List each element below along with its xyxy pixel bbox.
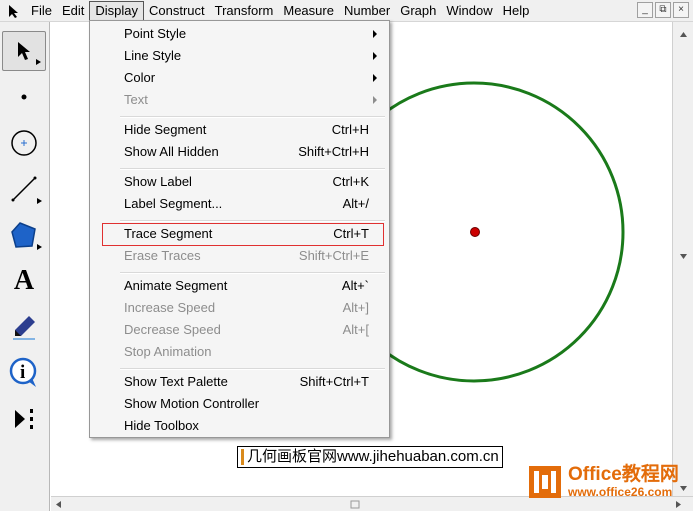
menu-item-show-motion-controller[interactable]: Show Motion Controller	[92, 393, 387, 415]
menu-item-hide-segment[interactable]: Hide Segment Ctrl+H	[92, 119, 387, 141]
information-tool[interactable]: i	[2, 353, 46, 393]
close-button[interactable]: ×	[673, 2, 689, 18]
menu-item-stop-animation: Stop Animation	[124, 344, 212, 359]
watermark-bar	[241, 449, 244, 466]
site-watermark: 几何画板官网www.jihehuaban.com.cn	[237, 446, 503, 468]
menu-item-decrease-speed: Decrease Speed Alt+[	[124, 322, 369, 337]
menu-measure[interactable]: Measure	[278, 1, 339, 21]
menu-item-text: Text	[92, 89, 387, 111]
menu-item-increase-speed: Increase Speed Alt+]	[124, 300, 369, 315]
custom-tools-icon	[15, 409, 33, 429]
menu-item-show-label[interactable]: Show Label Ctrl+K	[92, 171, 387, 193]
information-glyph: i	[20, 362, 26, 383]
polygon-icon	[11, 222, 36, 248]
menu-file[interactable]: File	[26, 1, 57, 21]
tool-menu-indicator	[36, 59, 41, 65]
vertical-scrollbar[interactable]	[672, 22, 693, 496]
minimize-button[interactable]: _	[637, 2, 653, 18]
watermark-text: 几何画板官网www.jihehuaban.com.cn	[247, 448, 499, 465]
arrow-icon	[18, 42, 30, 60]
marker-tool[interactable]	[2, 307, 46, 347]
menu-separator	[120, 272, 385, 274]
menu-item-color[interactable]: Color	[92, 67, 387, 89]
menu-bar: File Edit Display Construct Transform Me…	[0, 0, 693, 22]
menu-item-show-text-palette[interactable]: Show Text Palette Shift+Ctrl+T	[92, 371, 387, 393]
menu-item-label-segment[interactable]: Label Segment... Alt+/	[92, 193, 387, 215]
menu-separator	[120, 116, 385, 118]
office-logo-url: www.office26.com	[568, 485, 673, 499]
menu-graph[interactable]: Graph	[395, 1, 441, 21]
compass-circle-icon	[11, 130, 37, 156]
menu-edit[interactable]: Edit	[57, 1, 89, 21]
straightedge-tool[interactable]	[2, 169, 46, 209]
custom-tool[interactable]	[2, 399, 46, 439]
point-tool[interactable]	[2, 77, 46, 117]
submenu-arrow-icon	[373, 52, 377, 60]
office-logo-icon	[528, 465, 562, 499]
center-point[interactable]	[470, 227, 480, 237]
polygon-tool[interactable]	[2, 215, 46, 255]
menu-item-erase-traces: Erase Traces Shift+Ctrl+E	[124, 248, 369, 263]
office-logo: Office教程网 www.office26.com	[528, 462, 690, 502]
tool-menu-indicator	[37, 244, 42, 250]
submenu-arrow-icon	[373, 96, 377, 104]
menu-item-animate-segment[interactable]: Animate Segment Alt+`	[92, 275, 387, 297]
menu-item-point-style[interactable]: Point Style	[92, 23, 387, 45]
submenu-arrow-icon	[373, 30, 377, 38]
menu-separator	[120, 368, 385, 370]
point-icon	[21, 94, 27, 100]
menu-item-hide-toolbox[interactable]: Hide Toolbox	[92, 415, 387, 437]
menu-display[interactable]: Display	[89, 0, 144, 21]
menu-help[interactable]: Help	[498, 1, 535, 21]
submenu-arrow-icon	[373, 74, 377, 82]
arrow-select-tool[interactable]	[2, 31, 46, 71]
text-tool-icon: A	[13, 265, 35, 296]
menu-number[interactable]: Number	[339, 1, 395, 21]
restore-button[interactable]: ⧉	[655, 2, 671, 18]
office-logo-text: Office教程网 www.office26.com	[568, 464, 679, 500]
vertical-scrollbar-arrows	[680, 32, 687, 491]
menu-window[interactable]: Window	[441, 1, 497, 21]
tool-menu-indicator	[37, 198, 42, 204]
app-icon[interactable]	[6, 3, 22, 19]
menu-item-show-all-hidden[interactable]: Show All Hidden Shift+Ctrl+H	[92, 141, 387, 163]
text-tool[interactable]: A	[2, 261, 46, 301]
segment-icon	[11, 176, 37, 202]
compass-tool[interactable]	[2, 123, 46, 163]
menu-item-line-style[interactable]: Line Style	[92, 45, 387, 67]
marker-pen-icon	[13, 316, 35, 340]
office-logo-title: Office教程网	[568, 464, 679, 485]
menu-separator	[120, 168, 385, 170]
menu-separator	[120, 220, 385, 222]
menu-items: File Edit Display Construct Transform Me…	[26, 0, 534, 22]
trace-segment-highlight	[102, 223, 384, 246]
window-controls: _ ⧉ ×	[637, 2, 689, 18]
toolbox: A i	[0, 22, 50, 511]
menu-construct[interactable]: Construct	[144, 1, 210, 21]
menu-transform[interactable]: Transform	[210, 1, 279, 21]
